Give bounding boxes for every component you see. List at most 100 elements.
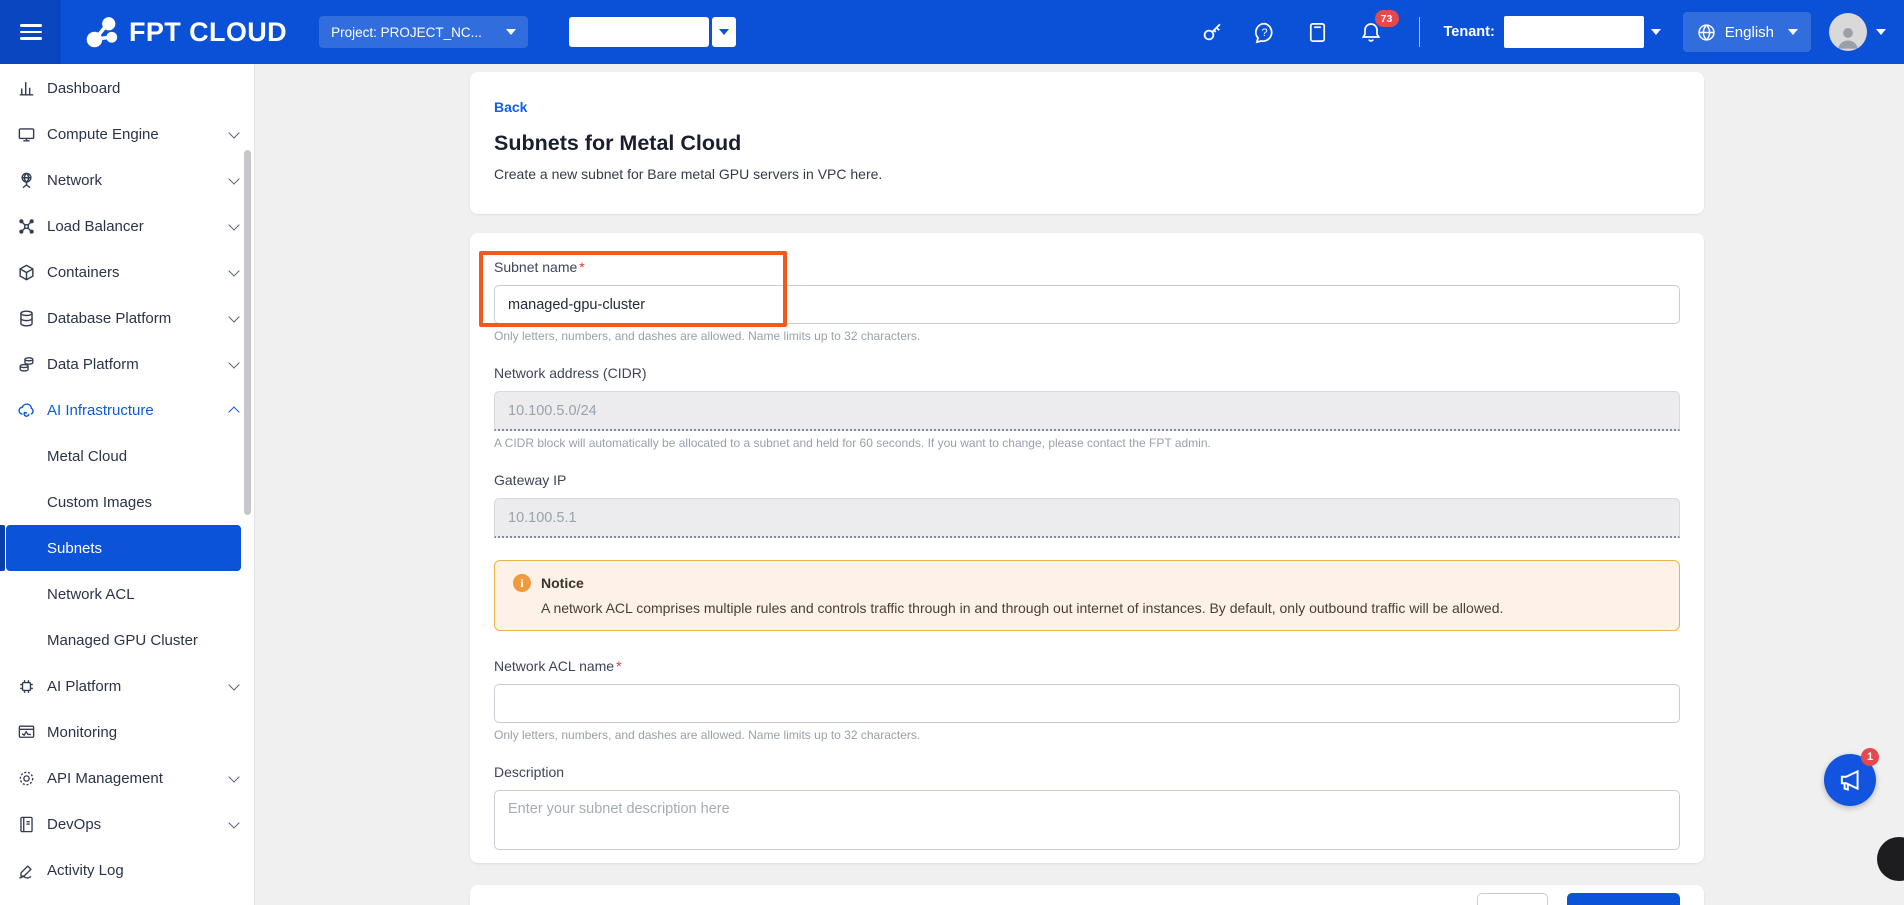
docs-book-icon: [1306, 21, 1329, 44]
required-asterisk: *: [616, 658, 621, 674]
top-right-cluster: ? 73 Tenant: English: [1199, 12, 1904, 52]
fpt-logo-mark: [84, 14, 120, 50]
menu-toggle-button[interactable]: [0, 0, 61, 64]
account-menu[interactable]: [1829, 13, 1886, 51]
documentation-button[interactable]: [1305, 19, 1331, 45]
cidr-label: Network address (CIDR): [494, 365, 1680, 381]
fab-badge: 1: [1861, 748, 1879, 766]
acl-name-label: Network ACL name*: [494, 658, 1680, 674]
sidebar-scrollbar-thumb[interactable]: [244, 150, 251, 515]
back-link[interactable]: Back: [494, 99, 527, 115]
notifications-button[interactable]: 73: [1358, 19, 1384, 45]
sidebar-item-ai-platform[interactable]: AI Platform: [0, 663, 254, 709]
divider: [1419, 17, 1420, 47]
sidebar-item-api-management[interactable]: API Management: [0, 755, 254, 801]
gateway-ip-label: Gateway IP: [494, 472, 1680, 488]
chevron-down-icon: [228, 679, 239, 690]
page-title: Subnets for Metal Cloud: [494, 131, 1680, 156]
compute-engine-icon: [17, 125, 36, 144]
network-icon: [17, 171, 36, 190]
user-icon: [1833, 23, 1863, 51]
activity-log-icon: [17, 861, 36, 880]
subnet-name-helper: Only letters, numbers, and dashes are al…: [494, 329, 1680, 343]
vpc-select-caret-button[interactable]: [712, 17, 736, 47]
avatar: [1829, 13, 1867, 51]
sidebar-item-network[interactable]: Network: [0, 157, 254, 203]
sidebar-item-managed-gpu-cluster[interactable]: Managed GPU Cluster: [0, 617, 254, 663]
dashboard-icon: [17, 79, 36, 98]
containers-icon: [17, 263, 36, 282]
sidebar-item-monitoring[interactable]: Monitoring: [0, 709, 254, 755]
chevron-down-icon: [228, 771, 239, 782]
fpt-cloud-logo: FPT CLOUD: [84, 14, 287, 50]
form-footer-bar: [470, 885, 1704, 905]
chevron-down-icon: [228, 311, 239, 322]
sidebar-item-data-platform[interactable]: Data Platform: [0, 341, 254, 387]
key-icon: [1200, 20, 1224, 44]
description-textarea[interactable]: [494, 790, 1680, 850]
chevron-down-icon: [228, 173, 239, 184]
sidebar-item-compute-engine[interactable]: Compute Engine: [0, 111, 254, 157]
chevron-down-icon: [228, 265, 239, 276]
sidebar-item-containers[interactable]: Containers: [0, 249, 254, 295]
api-management-icon: [17, 769, 36, 788]
chevron-down-icon: [1788, 29, 1798, 35]
data-platform-icon: [17, 355, 36, 374]
devops-icon: [17, 815, 36, 834]
cancel-button[interactable]: [1477, 893, 1548, 905]
hamburger-icon: [20, 20, 42, 44]
notice-body: A network ACL comprises multiple rules a…: [541, 600, 1661, 616]
sidebar-item-subnets[interactable]: Subnets: [6, 525, 241, 571]
tenant-select-input[interactable]: [1504, 16, 1644, 48]
monitoring-icon: [17, 723, 36, 742]
database-icon: [17, 309, 36, 328]
load-balancer-icon: [17, 217, 36, 236]
acl-name-input[interactable]: [494, 684, 1680, 723]
chevron-down-icon: [506, 29, 516, 35]
logo-text: FPT CLOUD: [129, 17, 287, 48]
notice-title: Notice: [541, 575, 584, 591]
sidebar-item-load-balancer[interactable]: Load Balancer: [0, 203, 254, 249]
project-selector-label: Project: PROJECT_NC...: [331, 25, 482, 40]
required-asterisk: *: [579, 259, 584, 275]
subnet-name-label: Subnet name*: [494, 259, 1680, 275]
chevron-down-icon: [719, 29, 729, 35]
sidebar-item-database-platform[interactable]: Database Platform: [0, 295, 254, 341]
language-label: English: [1725, 24, 1774, 41]
project-selector[interactable]: Project: PROJECT_NC...: [319, 16, 528, 48]
ai-platform-icon: [17, 677, 36, 696]
info-icon: i: [513, 574, 531, 592]
notification-count-badge: 73: [1375, 10, 1399, 27]
svg-text:?: ?: [1261, 27, 1267, 39]
sidebar-item-custom-images[interactable]: Custom Images: [0, 479, 254, 525]
sidebar-item-dashboard[interactable]: Dashboard: [0, 65, 254, 111]
sidebar-item-ai-infrastructure[interactable]: AI Infrastructure: [0, 387, 254, 433]
language-selector[interactable]: English: [1683, 12, 1811, 52]
subnet-name-input[interactable]: [494, 285, 1680, 324]
cidr-helper: A CIDR block will automatically be alloc…: [494, 436, 1680, 450]
support-button[interactable]: ?: [1252, 19, 1278, 45]
page-header-card: Back Subnets for Metal Cloud Create a ne…: [470, 72, 1704, 214]
chat-widget-partial[interactable]: [1877, 837, 1904, 881]
gateway-ip-input: [494, 498, 1680, 538]
ai-infrastructure-icon: [17, 401, 36, 420]
sidebar-item-network-acl[interactable]: Network ACL: [0, 571, 254, 617]
chevron-down-icon: [228, 219, 239, 230]
submit-button[interactable]: [1567, 893, 1680, 905]
globe-icon: [1696, 22, 1717, 43]
sidebar-item-activity-log[interactable]: Activity Log: [0, 847, 254, 893]
announcements-fab[interactable]: 1: [1824, 754, 1876, 806]
tenant-label: Tenant:: [1444, 24, 1495, 40]
chevron-down-icon[interactable]: [1651, 29, 1661, 35]
vpc-selector: [569, 17, 736, 47]
help-chat-icon: ?: [1252, 20, 1277, 45]
chevron-down-icon: [228, 817, 239, 828]
vpc-select-input[interactable]: [569, 17, 709, 47]
chevron-down-icon: [228, 357, 239, 368]
sidebar-item-devops[interactable]: DevOps: [0, 801, 254, 847]
access-key-button[interactable]: [1199, 19, 1225, 45]
page-subtitle: Create a new subnet for Bare metal GPU s…: [494, 166, 1680, 182]
description-label: Description: [494, 764, 1680, 780]
sidebar-item-metal-cloud[interactable]: Metal Cloud: [0, 433, 254, 479]
cidr-input: [494, 391, 1680, 431]
